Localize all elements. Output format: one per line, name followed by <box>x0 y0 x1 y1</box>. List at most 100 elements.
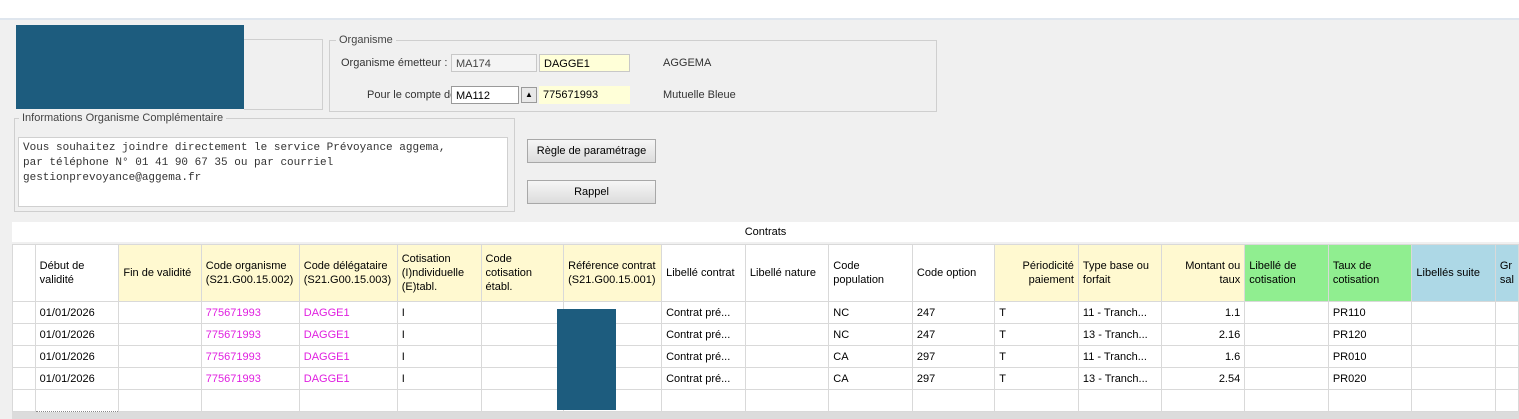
rappel-button[interactable]: Rappel <box>527 180 656 204</box>
cell-libelle-nature[interactable] <box>744 389 830 412</box>
col-code-population[interactable]: Code population <box>828 244 913 302</box>
cell-code-option[interactable] <box>911 389 996 412</box>
cell-code-population[interactable] <box>828 389 913 412</box>
cell-fin-validite[interactable] <box>118 301 202 324</box>
cell-gr-sal[interactable] <box>1494 323 1519 346</box>
cell-libelles-suite[interactable] <box>1411 301 1496 324</box>
row-header[interactable] <box>12 323 36 346</box>
col-libelle-contrat[interactable]: Libellé contrat <box>661 244 746 302</box>
cell-libelle-cotisation[interactable] <box>1244 301 1329 324</box>
col-reference-contrat[interactable]: Référence contrat (S21.G00.15.001) <box>563 244 663 302</box>
cell-code-delegataire[interactable]: DAGGE1 <box>298 301 398 324</box>
cell-libelle-nature[interactable] <box>744 323 830 346</box>
cell-code-population[interactable]: CA <box>828 367 913 390</box>
cell-code-cotisation[interactable] <box>480 389 565 412</box>
cell-type-base[interactable]: 13 - Tranch... <box>1077 323 1162 346</box>
cell-code-delegataire[interactable]: DAGGE1 <box>298 323 398 346</box>
cell-libelle-nature[interactable] <box>744 345 830 368</box>
cell-taux-cotisation[interactable]: PR010 <box>1327 345 1413 368</box>
cell-code-cotisation[interactable] <box>480 323 565 346</box>
cell-cotisation[interactable]: I <box>396 301 482 324</box>
col-periodicite[interactable]: Périodicité paiement <box>994 244 1079 302</box>
cell-code-population[interactable]: NC <box>828 301 913 324</box>
cell-type-base[interactable]: 13 - Tranch... <box>1077 367 1162 390</box>
cell-libelle-cotisation[interactable] <box>1244 345 1329 368</box>
cell-debut-validite[interactable]: 01/01/2026 <box>34 367 120 390</box>
cell-libelle-contrat[interactable]: Contrat pré... <box>661 345 746 368</box>
row-header[interactable] <box>12 367 36 390</box>
cell-debut-validite[interactable]: 01/01/2026 <box>34 301 120 324</box>
cell-cotisation[interactable]: I <box>396 323 482 346</box>
cell-code-organisme[interactable]: 775671993 <box>200 323 300 346</box>
col-taux-cotisation[interactable]: Taux de cotisation <box>1327 244 1413 302</box>
cell-libelle-cotisation[interactable] <box>1244 323 1329 346</box>
regle-parametrage-button[interactable]: Règle de paramétrage <box>527 139 656 163</box>
emetteur-code-field[interactable]: MA174 <box>451 54 537 72</box>
table-row[interactable]: 01/01/2026 775671993 DAGGE1 I Contrat pré...… <box>12 345 1519 368</box>
cell-code-organisme[interactable]: 775671993 <box>200 367 300 390</box>
col-code-cotisation[interactable]: Code cotisation établ. <box>480 244 565 302</box>
cell-libelles-suite[interactable] <box>1411 367 1496 390</box>
cell-libelle-contrat[interactable] <box>661 389 746 412</box>
cell-fin-validite[interactable] <box>118 367 202 390</box>
table-row[interactable]: 01/01/2026 775671993 DAGGE1 I Contrat pré...… <box>12 367 1519 390</box>
cell-periodicite[interactable]: T <box>994 345 1079 368</box>
cell-code-delegataire[interactable]: DAGGE1 <box>298 367 398 390</box>
cell-libelles-suite[interactable] <box>1411 389 1496 412</box>
col-gr-sal[interactable]: Gr sal <box>1494 244 1519 302</box>
cell-code-option[interactable]: 247 <box>911 301 996 324</box>
cell-debut-validite[interactable] <box>34 389 120 412</box>
cell-debut-validite[interactable]: 01/01/2026 <box>34 345 120 368</box>
cell-periodicite[interactable]: T <box>994 367 1079 390</box>
row-header[interactable] <box>12 345 36 368</box>
cell-gr-sal[interactable] <box>1494 345 1519 368</box>
cell-libelle-cotisation[interactable] <box>1244 367 1329 390</box>
cell-libelle-nature[interactable] <box>744 301 830 324</box>
cell-code-option[interactable]: 247 <box>911 323 996 346</box>
cell-taux-cotisation[interactable]: PR020 <box>1327 367 1413 390</box>
col-fin-validite[interactable]: Fin de validité <box>118 244 202 302</box>
cell-gr-sal[interactable] <box>1494 301 1519 324</box>
cell-cotisation[interactable]: I <box>396 367 482 390</box>
cell-type-base[interactable]: 11 - Tranch... <box>1077 301 1162 324</box>
cell-fin-validite[interactable] <box>118 345 202 368</box>
cell-code-population[interactable]: CA <box>828 345 913 368</box>
compte-id-field[interactable]: 775671993 <box>539 86 630 104</box>
col-code-option[interactable]: Code option <box>911 244 996 302</box>
col-libelle-cotisation[interactable]: Libellé de cotisation <box>1244 244 1329 302</box>
cell-code-organisme[interactable] <box>200 389 300 412</box>
compte-code-field[interactable]: MA112 <box>451 86 519 104</box>
cell-fin-validite[interactable] <box>118 389 202 412</box>
emetteur-id-field[interactable]: DAGGE1 <box>539 54 630 72</box>
compte-spinner-up-icon[interactable]: ▲ <box>521 87 537 103</box>
cell-code-organisme[interactable]: 775671993 <box>200 345 300 368</box>
cell-libelles-suite[interactable] <box>1411 323 1496 346</box>
table-row[interactable]: 01/01/2026 775671993 DAGGE1 I Contrat pré...… <box>12 301 1519 324</box>
cell-type-base[interactable] <box>1077 389 1162 412</box>
cell-type-base[interactable]: 11 - Tranch... <box>1077 345 1162 368</box>
col-montant-taux[interactable]: Montant ou taux <box>1160 244 1246 302</box>
cell-fin-validite[interactable] <box>118 323 202 346</box>
col-code-organisme[interactable]: Code organisme (S21.G00.15.002) <box>200 244 300 302</box>
cell-libelle-contrat[interactable]: Contrat pré... <box>661 367 746 390</box>
cell-cotisation[interactable] <box>396 389 482 412</box>
col-cotisation[interactable]: Cotisation (I)ndividuelle (E)tabl. <box>396 244 482 302</box>
cell-libelle-nature[interactable] <box>744 367 830 390</box>
cell-libelle-cotisation[interactable] <box>1244 389 1329 412</box>
cell-gr-sal[interactable] <box>1494 389 1519 412</box>
cell-code-delegataire[interactable]: DAGGE1 <box>298 345 398 368</box>
col-type-base[interactable]: Type base ou forfait <box>1077 244 1162 302</box>
cell-libelles-suite[interactable] <box>1411 345 1496 368</box>
cell-montant-taux[interactable]: 1.1 <box>1160 301 1246 324</box>
cell-code-organisme[interactable]: 775671993 <box>200 301 300 324</box>
cell-taux-cotisation[interactable]: PR110 <box>1327 301 1413 324</box>
col-debut-validite[interactable]: Début de validité <box>34 244 120 302</box>
cell-code-delegataire[interactable] <box>298 389 398 412</box>
cell-periodicite[interactable]: T <box>994 301 1079 324</box>
col-libelle-nature[interactable]: Libellé nature <box>744 244 830 302</box>
cell-montant-taux[interactable] <box>1160 389 1246 412</box>
cell-code-option[interactable]: 297 <box>911 367 996 390</box>
cell-montant-taux[interactable]: 1.6 <box>1160 345 1246 368</box>
cell-montant-taux[interactable]: 2.54 <box>1160 367 1246 390</box>
cell-taux-cotisation[interactable]: PR120 <box>1327 323 1413 346</box>
